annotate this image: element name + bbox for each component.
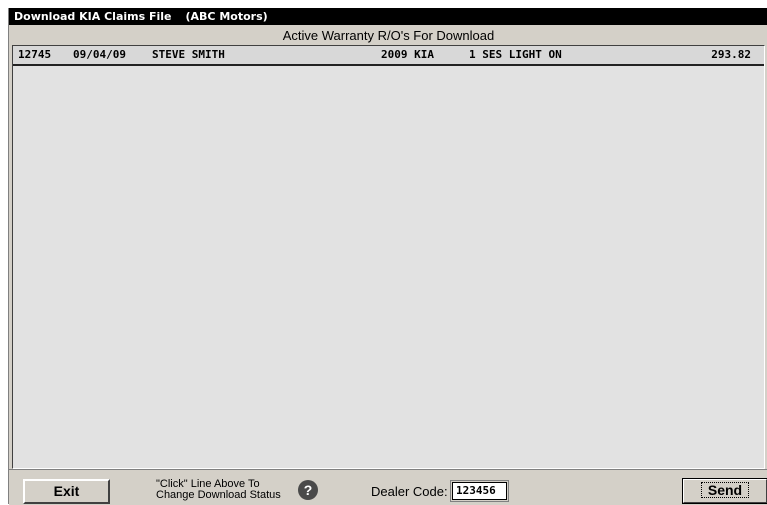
dealer-code-field[interactable]: 123456 bbox=[450, 480, 509, 502]
window-title: Download KIA Claims File bbox=[14, 10, 172, 23]
send-label: Send bbox=[700, 482, 750, 498]
list-item[interactable]: 12745 09/04/09 STEVE SMITH 2009 KIA 1 SE… bbox=[13, 46, 764, 66]
bottom-bar: Exit "Click" Line Above To Change Downlo… bbox=[9, 469, 767, 505]
click-hint: "Click" Line Above To Change Download St… bbox=[156, 479, 281, 501]
exit-button[interactable]: Exit bbox=[23, 479, 110, 504]
send-button[interactable]: Send bbox=[682, 478, 767, 504]
warranty-ro-list[interactable]: 12745 09/04/09 STEVE SMITH 2009 KIA 1 SE… bbox=[12, 45, 765, 469]
hint-line-2: Change Download Status bbox=[156, 489, 281, 501]
customer-name: STEVE SMITH bbox=[152, 48, 225, 61]
dealer-name: (ABC Motors) bbox=[185, 10, 268, 23]
ro-number: 12745 bbox=[18, 48, 52, 61]
claims-window: Download KIA Claims File (ABC Motors) Act… bbox=[8, 8, 767, 505]
help-icon[interactable]: ? bbox=[298, 480, 318, 500]
ro-date: 09/04/09 bbox=[73, 48, 126, 61]
dealer-code-label: Dealer Code: bbox=[371, 484, 448, 499]
vehicle: 2009 KIA bbox=[381, 48, 434, 61]
claim-amount: 293.82 bbox=[711, 48, 751, 61]
list-header: Active Warranty R/O's For Download bbox=[12, 27, 765, 44]
repair-description: 1 SES LIGHT ON bbox=[469, 48, 562, 61]
title-bar: Download KIA Claims File (ABC Motors) bbox=[9, 8, 767, 25]
